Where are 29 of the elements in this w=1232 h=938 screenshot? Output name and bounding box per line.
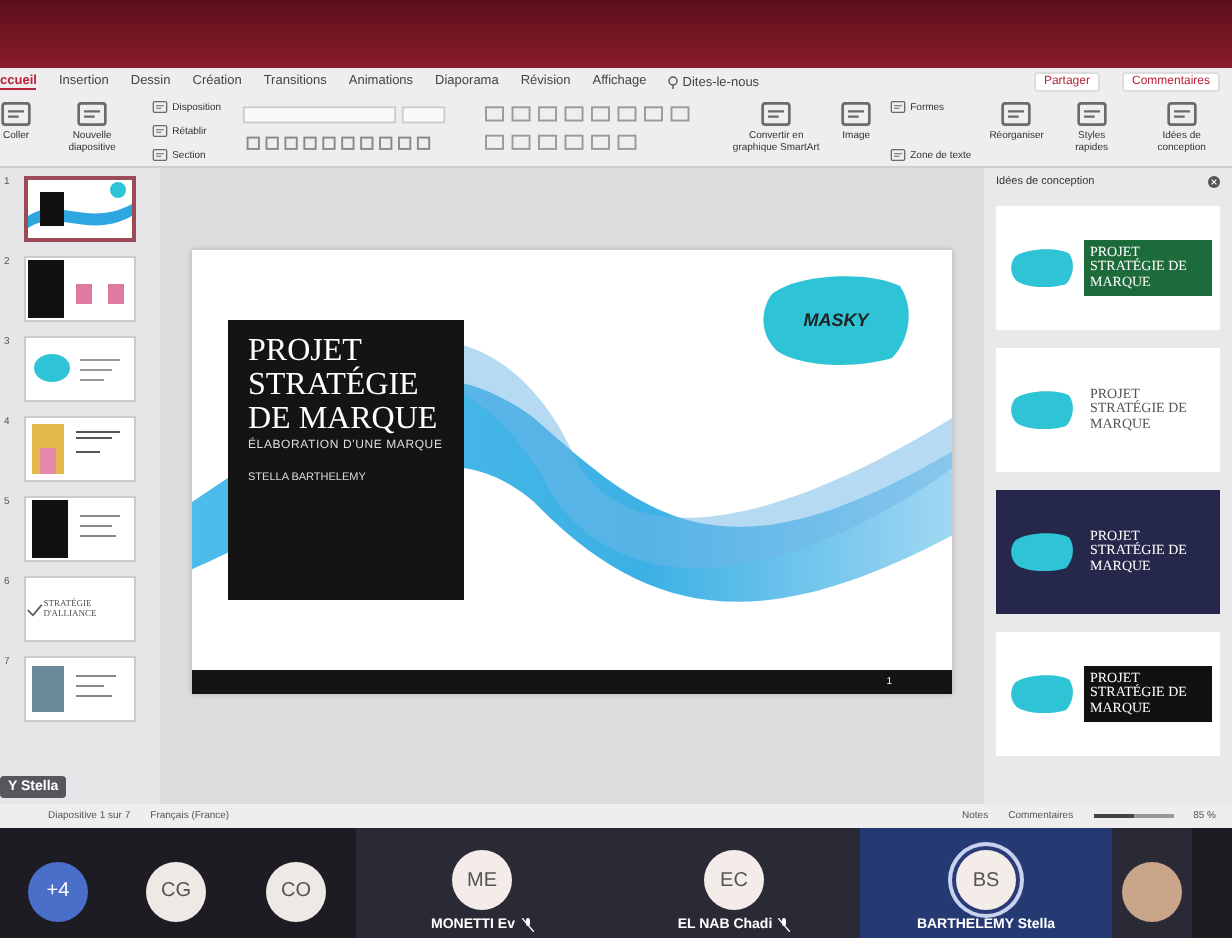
toolbar-icon (152, 124, 169, 138)
toolbar-icon (1165, 100, 1198, 128)
participant-avatar: CO (266, 861, 326, 921)
close-icon[interactable] (1208, 176, 1220, 188)
participant-avatar: EC (704, 850, 764, 910)
check-icon (26, 601, 44, 617)
paint-splash-icon (1008, 672, 1076, 716)
more-participants-badge[interactable]: +4 (28, 861, 88, 921)
paint-splash-icon (1008, 530, 1076, 574)
toolbar-icon (890, 148, 907, 162)
toolbar-icon (1075, 100, 1108, 128)
toolbar-icon (152, 100, 169, 114)
paint-splash-icon (1008, 388, 1076, 432)
paint-splash-icon (1008, 246, 1076, 290)
toolbar-icon (890, 100, 907, 114)
toolbar-icon (1000, 100, 1033, 128)
toolbar-icon (76, 100, 109, 128)
toolbar-icon (152, 148, 169, 162)
participant-avatar: CG (146, 861, 206, 921)
photo-placeholder (1122, 861, 1182, 921)
slide-thumbnail[interactable] (24, 176, 136, 242)
participant-avatar: ME (452, 850, 512, 910)
toolbar-icon (760, 100, 793, 128)
participant-avatar: BS (956, 850, 1016, 910)
logo-text: MASKY (803, 310, 869, 330)
toolbar-icon (0, 100, 32, 128)
lightbulb-icon (668, 75, 679, 89)
slide-title: PROJET STRATÉGIE DE MARQUE (248, 336, 440, 437)
toolbar-icon (840, 100, 873, 128)
